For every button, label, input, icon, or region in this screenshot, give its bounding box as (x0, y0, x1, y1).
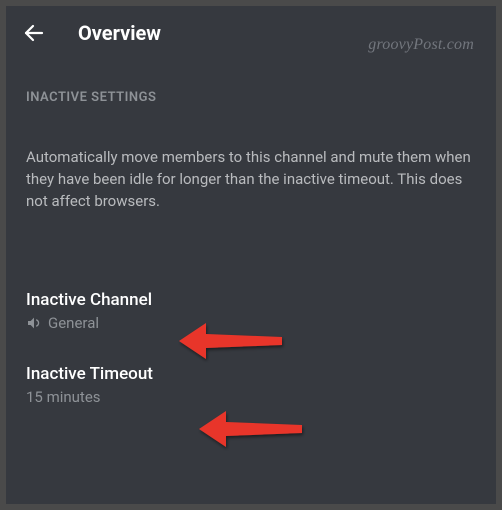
inactive-channel-label: Inactive Channel (26, 290, 476, 310)
section-description: Automatically move members to this chann… (26, 147, 476, 212)
watermark-text: groovyPost.com (368, 36, 474, 54)
speaker-icon (26, 315, 42, 331)
back-arrow-icon[interactable] (22, 21, 46, 45)
inactive-timeout-value: 15 minutes (26, 388, 476, 406)
content: INACTIVE SETTINGS Automatically move mem… (6, 90, 496, 424)
inactive-channel-value-text: General (48, 314, 99, 332)
section-header-inactive-settings: INACTIVE SETTINGS (26, 90, 476, 105)
inactive-channel-value: General (26, 314, 476, 332)
app-frame: Overview groovyPost.com INACTIVE SETTING… (6, 6, 496, 504)
inactive-timeout-value-text: 15 minutes (26, 388, 101, 406)
page-title: Overview (78, 21, 161, 45)
header: Overview groovyPost.com (6, 6, 496, 60)
inactive-channel-row[interactable]: Inactive Channel General (26, 276, 476, 350)
inactive-timeout-row[interactable]: Inactive Timeout 15 minutes (26, 350, 476, 424)
inactive-timeout-label: Inactive Timeout (26, 364, 476, 384)
